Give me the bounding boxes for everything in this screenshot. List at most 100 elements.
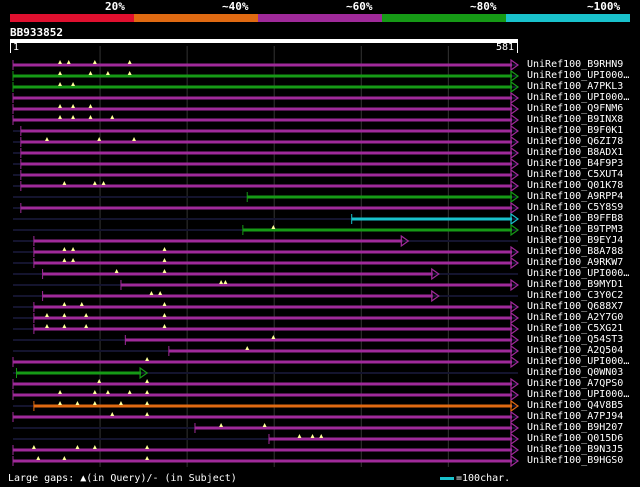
query-gap-marker <box>92 401 97 405</box>
query-gap-marker <box>162 269 167 273</box>
query-gap-marker <box>97 137 102 141</box>
query-gap-marker <box>62 181 67 185</box>
query-gap-marker <box>79 302 84 306</box>
query-gap-marker <box>110 115 115 119</box>
query-gap-marker <box>219 423 224 427</box>
query-gap-marker <box>92 181 97 185</box>
hit-label[interactable]: UniRef100_B8ADX1 <box>527 147 623 158</box>
query-gap-marker <box>245 346 250 350</box>
query-gap-marker <box>62 324 67 328</box>
hit-label[interactable]: UniRef100_C3Y0C2 <box>527 290 623 301</box>
hit-label[interactable]: UniRef100_Q9FNM6 <box>527 103 623 114</box>
query-gap-marker <box>145 390 150 394</box>
query-gap-marker <box>71 258 76 262</box>
query-gap-marker <box>97 379 102 383</box>
hit-label[interactable]: UniRef100_UPI000… <box>527 70 629 81</box>
hit-label[interactable]: UniRef100_Q01K78 <box>527 180 623 191</box>
hit-label[interactable]: UniRef100_C5Y8S9 <box>527 202 623 213</box>
hit-label[interactable]: UniRef100_B9EYJ4 <box>527 235 623 246</box>
query-gap-marker <box>105 390 110 394</box>
hit-label[interactable]: UniRef100_A2Y7G0 <box>527 312 623 323</box>
query-gap-marker <box>101 181 106 185</box>
query-gap-marker <box>310 434 315 438</box>
query-gap-marker <box>162 302 167 306</box>
hit-label[interactable]: UniRef100_C5XUT4 <box>527 169 623 180</box>
hit-label[interactable]: UniRef100_Q4V8B5 <box>527 400 623 411</box>
query-gap-marker <box>158 291 163 295</box>
scale-legend: =100char. <box>440 473 510 484</box>
hit-label[interactable]: UniRef100_Q015D6 <box>527 433 623 444</box>
query-gap-marker <box>75 401 80 405</box>
hit-label[interactable]: UniRef100_A2Q504 <box>527 345 623 356</box>
hit-label[interactable]: UniRef100_B9F0K1 <box>527 125 623 136</box>
query-gap-marker <box>127 60 132 64</box>
hit-label[interactable]: UniRef100_UPI000… <box>527 268 629 279</box>
query-gap-marker <box>62 313 67 317</box>
hit-label[interactable]: UniRef100_A9RPP4 <box>527 191 623 202</box>
scale-bar <box>440 476 454 480</box>
query-gap-marker <box>71 82 76 86</box>
query-gap-marker <box>88 104 93 108</box>
query-gap-marker <box>66 60 71 64</box>
query-gap-marker <box>219 280 224 284</box>
hit-label[interactable]: UniRef100_B9HGS0 <box>527 455 623 466</box>
query-gap-marker <box>145 401 150 405</box>
hit-label[interactable]: UniRef100_UPI000… <box>527 389 629 400</box>
hit-label[interactable]: UniRef100_A9RKW7 <box>527 257 623 268</box>
query-gap-marker <box>44 137 49 141</box>
hit-label[interactable]: UniRef100_B9INX8 <box>527 114 623 125</box>
hit-label[interactable]: UniRef100_B9H207 <box>527 422 623 433</box>
query-gap-marker <box>88 71 93 75</box>
query-gap-marker <box>84 313 89 317</box>
hit-label[interactable]: UniRef100_UPI000… <box>527 356 629 367</box>
hit-label[interactable]: UniRef100_B9FFB8 <box>527 213 623 224</box>
hit-label[interactable]: UniRef100_A7PKL3 <box>527 81 623 92</box>
query-gap-marker <box>145 456 150 460</box>
query-gap-marker <box>145 445 150 449</box>
query-gap-marker <box>71 115 76 119</box>
query-gap-marker <box>71 247 76 251</box>
query-gap-marker <box>58 82 63 86</box>
query-gap-marker <box>145 412 150 416</box>
query-gap-marker <box>92 390 97 394</box>
hit-label[interactable]: UniRef100_UPI000… <box>527 92 629 103</box>
query-gap-marker <box>127 390 132 394</box>
query-gap-marker <box>162 258 167 262</box>
query-gap-marker <box>105 71 110 75</box>
query-gap-marker <box>71 104 76 108</box>
hit-label[interactable]: UniRef100_C5XG21 <box>527 323 623 334</box>
query-gap-marker <box>31 445 36 449</box>
hit-label[interactable]: UniRef100_Q688X7 <box>527 301 623 312</box>
hit-label[interactable]: UniRef100_B9RHN9 <box>527 59 623 70</box>
hit-label[interactable]: UniRef100_Q6ZI78 <box>527 136 623 147</box>
query-gap-marker <box>149 291 154 295</box>
query-gap-marker <box>297 434 302 438</box>
query-gap-marker <box>58 401 63 405</box>
query-gap-marker <box>62 258 67 262</box>
hit-label[interactable]: UniRef100_B8A788 <box>527 246 623 257</box>
query-gap-marker <box>271 225 276 229</box>
query-gap-marker <box>319 434 324 438</box>
hit-label[interactable]: UniRef100_B9N3J5 <box>527 444 623 455</box>
query-gap-marker <box>62 302 67 306</box>
query-gap-marker <box>92 60 97 64</box>
hit-label[interactable]: UniRef100_Q0WN03 <box>527 367 623 378</box>
query-gap-marker <box>62 247 67 251</box>
query-gap-marker <box>58 115 63 119</box>
hit-label[interactable]: UniRef100_B4F9P3 <box>527 158 623 169</box>
query-gap-marker <box>145 379 150 383</box>
hit-label[interactable]: UniRef100_B9TPM3 <box>527 224 623 235</box>
query-gap-marker <box>62 456 67 460</box>
hit-label[interactable]: UniRef100_A7QPS0 <box>527 378 623 389</box>
query-gap-marker <box>58 71 63 75</box>
query-gap-marker <box>127 71 132 75</box>
scale-text: =100char. <box>456 473 511 484</box>
query-gap-marker <box>58 390 63 394</box>
query-gap-marker <box>223 280 228 284</box>
hit-label[interactable]: UniRef100_Q54ST3 <box>527 334 623 345</box>
query-gap-marker <box>92 445 97 449</box>
query-gap-marker <box>58 104 63 108</box>
query-gap-marker <box>114 269 119 273</box>
hit-label[interactable]: UniRef100_B9MYD1 <box>527 279 623 290</box>
hit-label[interactable]: UniRef100_A7PJ94 <box>527 411 623 422</box>
